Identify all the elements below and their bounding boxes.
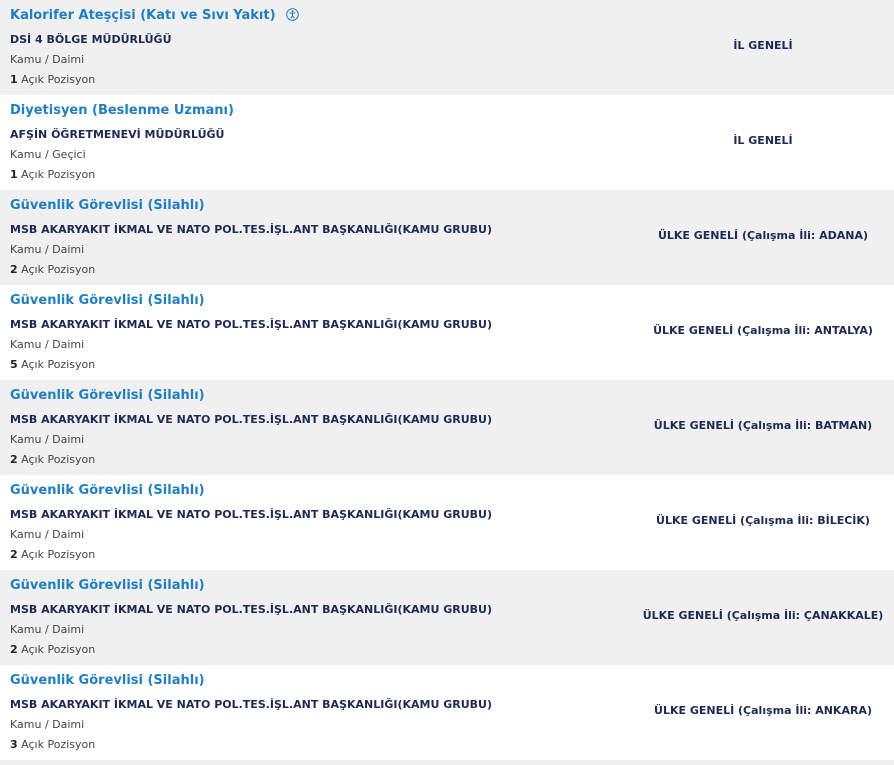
listing-employment-type: Kamu / Daimi (10, 528, 85, 541)
listing-position-count: 1 (10, 168, 18, 181)
listing-region: ÜLKE GENELİ (Çalışma İli: ANKARA) (654, 704, 872, 717)
listing-position-count: 2 (10, 548, 18, 561)
listing-position-count: 1 (10, 73, 18, 86)
accessibility-icon[interactable] (285, 8, 299, 21)
listing-employment-type: Kamu / Geçici (10, 148, 86, 161)
listing-title-link[interactable]: Kalorifer Ateşçisi (Katı ve Sıvı Yakıt) (10, 8, 299, 23)
listing-position-label: Açık Pozisyon (21, 358, 96, 371)
job-listing-list: Kalorifer Ateşçisi (Katı ve Sıvı Yakıt) … (0, 0, 894, 760)
listing-row: Güvenlik Görevlisi (Silahlı) MSB AKARYAK… (0, 475, 894, 570)
listing-position-label: Açık Pozisyon (21, 73, 96, 86)
listing-row: Güvenlik Görevlisi (Silahlı) MSB AKARYAK… (0, 570, 894, 665)
listing-organization: MSB AKARYAKIT İKMAL VE NATO POL.TES.İŞL.… (10, 413, 493, 426)
listing-employment-type: Kamu / Daimi (10, 433, 85, 446)
listing-position-label: Açık Pozisyon (21, 263, 96, 276)
listing-employment-type: Kamu / Daimi (10, 53, 85, 66)
listing-row: Güvenlik Görevlisi (Silahlı) MSB AKARYAK… (0, 665, 894, 760)
listing-position-count: 3 (10, 738, 18, 751)
listing-employment-type: Kamu / Daimi (10, 623, 85, 636)
listing-employment-type: Kamu / Daimi (10, 718, 85, 731)
listing-title-link[interactable]: Güvenlik Görevlisi (Silahlı) (10, 388, 205, 403)
listing-open-positions: 1 Açık Pozisyon (10, 73, 95, 86)
listing-open-positions: 3 Açık Pozisyon (10, 738, 95, 751)
listing-open-positions: 2 Açık Pozisyon (10, 643, 95, 656)
listing-row: Diyetisyen (Beslenme Uzmanı) AFŞİN ÖĞRET… (0, 95, 894, 190)
listing-organization: MSB AKARYAKIT İKMAL VE NATO POL.TES.İŞL.… (10, 318, 493, 331)
listing-row: Güvenlik Görevlisi (Silahlı) MSB AKARYAK… (0, 190, 894, 285)
listing-employment-type: Kamu / Daimi (10, 243, 85, 256)
listing-position-label: Açık Pozisyon (21, 548, 96, 561)
listing-region: ÜLKE GENELİ (Çalışma İli: ADANA) (657, 229, 869, 242)
listing-organization: MSB AKARYAKIT İKMAL VE NATO POL.TES.İŞL.… (10, 508, 493, 521)
listing-open-positions: 2 Açık Pozisyon (10, 263, 95, 276)
next-row-edge (0, 760, 894, 765)
listing-title-link[interactable]: Güvenlik Görevlisi (Silahlı) (10, 578, 205, 593)
listing-title-link[interactable]: Güvenlik Görevlisi (Silahlı) (10, 293, 205, 308)
listing-title-link[interactable]: Güvenlik Görevlisi (Silahlı) (10, 673, 205, 688)
listing-position-count: 2 (10, 263, 18, 276)
listing-open-positions: 5 Açık Pozisyon (10, 358, 95, 371)
listing-region: ÜLKE GENELİ (Çalışma İli: BATMAN) (653, 419, 873, 432)
listing-title-link[interactable]: Güvenlik Görevlisi (Silahlı) (10, 198, 205, 213)
listing-region: İL GENELİ (733, 134, 793, 147)
listing-title-text: Kalorifer Ateşçisi (Katı ve Sıvı Yakıt) (10, 8, 276, 23)
listing-organization: DSİ 4 BÖLGE MÜDÜRLÜĞÜ (10, 33, 172, 46)
listing-organization: MSB AKARYAKIT İKMAL VE NATO POL.TES.İŞL.… (10, 223, 493, 236)
listing-position-count: 2 (10, 453, 18, 466)
listing-region: ÜLKE GENELİ (Çalışma İli: BİLECİK) (656, 514, 870, 527)
listing-row: Kalorifer Ateşçisi (Katı ve Sıvı Yakıt) … (0, 0, 894, 95)
listing-organization: MSB AKARYAKIT İKMAL VE NATO POL.TES.İŞL.… (10, 698, 493, 711)
listing-position-label: Açık Pozisyon (21, 643, 96, 656)
listing-position-count: 5 (10, 358, 18, 371)
listing-title-link[interactable]: Diyetisyen (Beslenme Uzmanı) (10, 103, 234, 118)
listing-title-link[interactable]: Güvenlik Görevlisi (Silahlı) (10, 483, 205, 498)
listing-position-label: Açık Pozisyon (21, 738, 96, 751)
listing-row: Güvenlik Görevlisi (Silahlı) MSB AKARYAK… (0, 285, 894, 380)
listing-position-label: Açık Pozisyon (21, 168, 96, 181)
listing-region: İL GENELİ (733, 39, 793, 52)
listing-open-positions: 1 Açık Pozisyon (10, 168, 95, 181)
listing-open-positions: 2 Açık Pozisyon (10, 548, 95, 561)
listing-organization: AFŞİN ÖĞRETMENEVİ MÜDÜRLÜĞÜ (10, 128, 225, 141)
listing-open-positions: 2 Açık Pozisyon (10, 453, 95, 466)
listing-row: Güvenlik Görevlisi (Silahlı) MSB AKARYAK… (0, 380, 894, 475)
listing-organization: MSB AKARYAKIT İKMAL VE NATO POL.TES.İŞL.… (10, 603, 493, 616)
listing-region: ÜLKE GENELİ (Çalışma İli: ANTALYA) (653, 324, 873, 337)
listing-position-count: 2 (10, 643, 18, 656)
listing-region: ÜLKE GENELİ (Çalışma İli: ÇANAKKALE) (642, 609, 884, 622)
listing-employment-type: Kamu / Daimi (10, 338, 85, 351)
listing-position-label: Açık Pozisyon (21, 453, 96, 466)
